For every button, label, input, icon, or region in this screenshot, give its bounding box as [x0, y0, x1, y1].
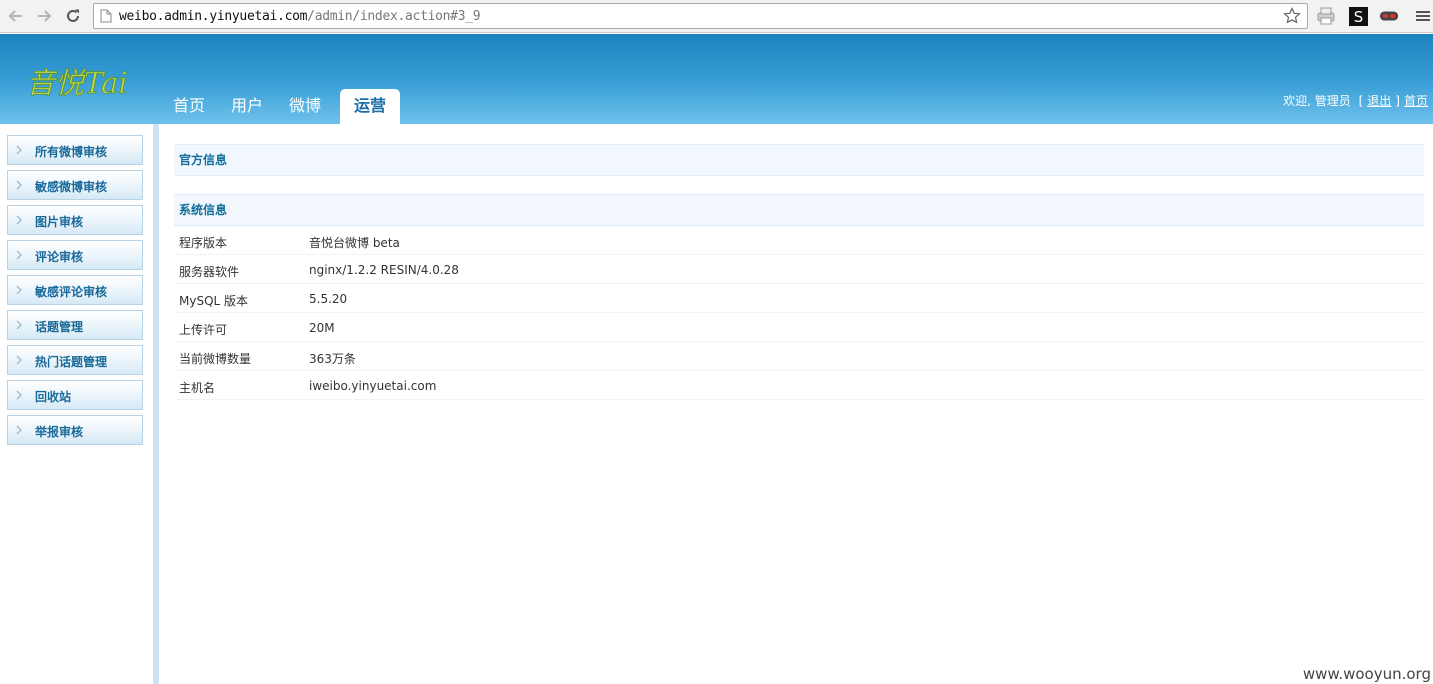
system-info-heading: 系统信息 — [174, 194, 1424, 226]
svg-text:音悦Tai: 音悦Tai — [26, 66, 128, 100]
table-row: 上传许可 20M — [174, 313, 1424, 342]
site-logo[interactable]: 音悦Tai — [24, 58, 139, 104]
sidebar-item-image-review[interactable]: 图片审核 — [7, 205, 143, 235]
url-text[interactable]: weibo.admin.yinyuetai.com/admin/index.ac… — [119, 9, 481, 24]
svg-text:S: S — [1353, 8, 1363, 26]
address-bar[interactable]: weibo.admin.yinyuetai.com/admin/index.ac… — [93, 3, 1308, 29]
info-key: 服务器软件 — [179, 265, 240, 279]
mask-icon — [1379, 11, 1399, 21]
reload-icon — [67, 9, 79, 22]
site-header: 音悦Tai 首页 用户 微博 运营 欢迎, 管理员 [退出] 首页 — [0, 34, 1433, 124]
table-row: 服务器软件 nginx/1.2.2 RESIN/4.0.28 — [174, 255, 1424, 284]
sidebar-item-sensitive-weibo-review[interactable]: 敏感微博审核 — [7, 170, 143, 200]
info-value: 363万条 — [309, 352, 356, 366]
official-info-heading: 官方信息 — [174, 144, 1424, 176]
welcome-text: 欢迎, 管理员 — [1283, 94, 1351, 108]
chevron-right-icon — [16, 145, 22, 155]
reload-button[interactable] — [62, 5, 84, 27]
info-value: 5.5.20 — [309, 292, 348, 306]
table-row: MySQL 版本 5.5.20 — [174, 284, 1424, 313]
nav-tab-operations[interactable]: 运营 — [340, 89, 401, 124]
sidebar-item-label: 话题管理 — [35, 320, 84, 334]
chevron-right-icon — [16, 355, 22, 365]
info-key: 上传许可 — [179, 323, 228, 337]
hamburger-menu-icon — [1416, 11, 1430, 21]
sidebar-item-topic-management[interactable]: 话题管理 — [7, 310, 143, 340]
printer-icon — [1317, 7, 1335, 25]
sidebar-item-label: 所有微博审核 — [35, 145, 108, 159]
forward-button[interactable] — [33, 5, 55, 27]
info-key: MySQL 版本 — [179, 294, 249, 308]
chevron-right-icon — [16, 285, 22, 295]
watermark: www.wooyun.org — [1302, 665, 1431, 683]
logout-link[interactable]: 退出 — [1367, 94, 1391, 108]
arrow-left-icon — [8, 10, 22, 22]
browser-menu-button[interactable] — [1413, 6, 1433, 26]
sidebar-item-label: 举报审核 — [35, 425, 84, 439]
extension-print-button[interactable] — [1316, 6, 1336, 26]
sidebar-item-label: 评论审核 — [35, 250, 84, 264]
chevron-right-icon — [16, 250, 22, 260]
extension-s-button[interactable]: S — [1348, 6, 1368, 26]
chevron-right-icon — [16, 215, 22, 225]
sidebar-item-label: 敏感评论审核 — [35, 285, 108, 299]
sidebar-item-sensitive-comment-review[interactable]: 敏感评论审核 — [7, 275, 143, 305]
table-row: 程序版本 音悦台微博 beta — [174, 226, 1424, 255]
system-info-table: 程序版本 音悦台微博 beta 服务器软件 nginx/1.2.2 RESIN/… — [174, 226, 1424, 400]
sidebar-item-label: 热门话题管理 — [35, 355, 108, 369]
nav-tab-users[interactable]: 用户 — [218, 89, 276, 124]
nav-tab-home[interactable]: 首页 — [160, 89, 218, 124]
info-value: 20M — [309, 321, 335, 335]
info-value: 音悦台微博 beta — [309, 236, 400, 250]
table-row: 当前微博数量 363万条 — [174, 342, 1424, 371]
info-key: 当前微博数量 — [179, 352, 252, 366]
home-link[interactable]: 首页 — [1404, 94, 1428, 108]
url-path: /admin/index.action#3_9 — [307, 9, 481, 24]
chevron-right-icon — [16, 425, 22, 435]
user-bar: 欢迎, 管理员 [退出] 首页 — [1283, 92, 1428, 109]
chevron-right-icon — [16, 390, 22, 400]
info-key: 主机名 — [179, 381, 216, 395]
sidebar-item-recycle-bin[interactable]: 回收站 — [7, 380, 143, 410]
nav-tab-weibo[interactable]: 微博 — [276, 89, 334, 124]
sidebar-item-report-review[interactable]: 举报审核 — [7, 415, 143, 445]
bracket-open: [ — [1358, 94, 1364, 108]
sidebar-item-comment-review[interactable]: 评论审核 — [7, 240, 143, 270]
s-logo-icon: S — [1348, 6, 1368, 26]
main-content: 官方信息 系统信息 程序版本 音悦台微博 beta 服务器软件 nginx/1.… — [174, 144, 1424, 400]
arrow-right-icon — [38, 10, 52, 22]
page-icon — [100, 9, 112, 23]
bracket-close: ] — [1395, 94, 1400, 108]
sidebar: 所有微博审核 敏感微博审核 图片审核 评论审核 敏感评论审核 话题管理 热门话题… — [0, 124, 159, 684]
sidebar-item-all-weibo-review[interactable]: 所有微博审核 — [7, 135, 143, 165]
chevron-right-icon — [16, 320, 22, 330]
url-host: weibo.admin.yinyuetai.com — [119, 9, 308, 24]
table-row: 主机名 iweibo.yinyuetai.com — [174, 371, 1424, 400]
extension-mask-button[interactable] — [1379, 6, 1399, 26]
bookmark-star-icon[interactable] — [1283, 7, 1301, 25]
info-value: iweibo.yinyuetai.com — [309, 379, 437, 393]
chevron-right-icon — [16, 180, 22, 190]
info-key: 程序版本 — [179, 236, 228, 250]
sidebar-item-hot-topic-management[interactable]: 热门话题管理 — [7, 345, 143, 375]
browser-toolbar: weibo.admin.yinyuetai.com/admin/index.ac… — [0, 0, 1433, 33]
sidebar-item-label: 图片审核 — [35, 215, 84, 229]
back-button[interactable] — [5, 5, 27, 27]
info-value: nginx/1.2.2 RESIN/4.0.28 — [309, 263, 459, 277]
main-nav: 首页 用户 微博 运营 — [160, 89, 401, 124]
sidebar-item-label: 回收站 — [35, 390, 72, 404]
sidebar-item-label: 敏感微博审核 — [35, 180, 108, 194]
